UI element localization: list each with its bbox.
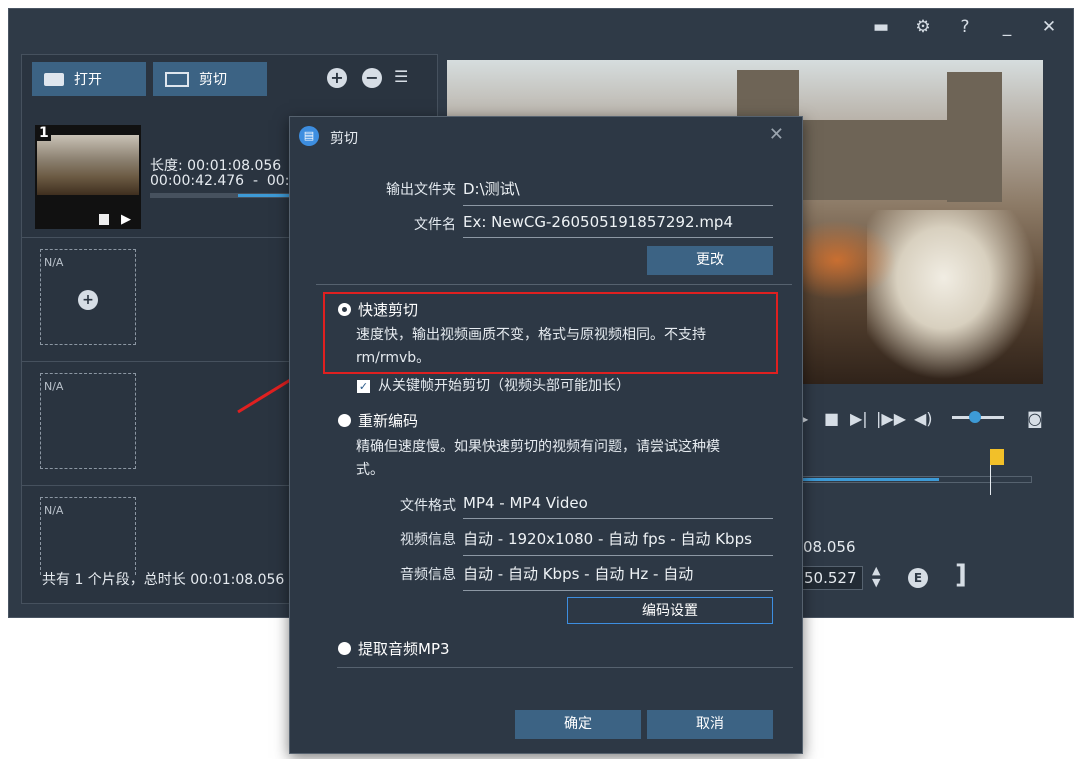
encode-settings-button[interactable]: 编码设置 <box>567 597 773 624</box>
bracket-icon[interactable]: ] <box>955 560 967 590</box>
film-icon <box>165 71 189 87</box>
slot-box: N/A <box>40 373 136 469</box>
thumbnail-image <box>37 135 139 195</box>
timeline[interactable] <box>800 476 1032 483</box>
stop-icon[interactable]: ■ <box>824 409 839 428</box>
total-time: 08.056 <box>803 538 856 556</box>
dialog-app-icon: ▤ <box>299 126 319 146</box>
reencode-desc-2: 式。 <box>356 462 384 478</box>
ok-button[interactable]: 确定 <box>515 710 641 739</box>
status-bar-text: 共有 1 个片段，总时长 00:01:08.056 <box>42 572 285 588</box>
clip-thumbnail[interactable]: 1 ▶ <box>35 125 141 229</box>
filename-field[interactable]: Ex: NewCG-260505191857292.mp4 <box>463 213 773 238</box>
playhead-line <box>990 465 991 495</box>
end-time-field[interactable]: 50.527 <box>800 566 863 590</box>
video-info-field[interactable]: 自动 - 1920x1080 - 自动 fps - 自动 Kbps <box>463 528 773 556</box>
timeline-fill <box>801 478 939 481</box>
slot-na-label: N/A <box>44 380 64 393</box>
castle-wall <box>787 120 967 200</box>
open-button[interactable]: 打开 <box>32 62 146 96</box>
dialog-title: 剪切 <box>330 131 358 147</box>
slot-box: N/A <box>40 497 136 575</box>
snapshot-icon[interactable]: ◙ <box>1027 409 1043 428</box>
add-icon[interactable]: + <box>327 68 347 88</box>
keyframe-checkbox-label[interactable]: 从关键帧开始剪切（视频头部可能加长） <box>378 374 630 398</box>
fast-cut-title[interactable]: 快速剪切 <box>358 299 418 320</box>
end-marker-icon[interactable]: E <box>908 568 928 588</box>
keyframe-checkbox[interactable]: ✓ <box>357 380 370 393</box>
divider <box>316 284 792 285</box>
open-button-label: 打开 <box>74 72 102 88</box>
format-field[interactable]: MP4 - MP4 Video <box>463 494 773 519</box>
folder-icon <box>44 72 64 86</box>
castle-tower <box>947 72 1002 202</box>
extract-mp3-radio[interactable] <box>338 642 351 655</box>
fast-forward-icon[interactable]: |▶▶ <box>876 409 906 428</box>
extract-mp3-title[interactable]: 提取音频MP3 <box>358 638 450 659</box>
audio-info-label: 音频信息 <box>400 567 456 583</box>
folder-icon[interactable]: ▬ <box>871 17 891 37</box>
reencode-desc-1: 精确但速度慢。如果快速剪切的视频有问题，请尝试这种模 <box>356 439 720 455</box>
add-clip-icon[interactable]: + <box>78 290 98 310</box>
slot-na-label: N/A <box>44 256 64 269</box>
slot-na-label: N/A <box>44 504 64 517</box>
output-folder-field[interactable]: D:\测试\ <box>463 178 773 206</box>
next-frame-icon[interactable]: ▶| <box>850 409 868 428</box>
remove-icon[interactable]: − <box>362 68 382 88</box>
playhead-marker[interactable] <box>990 449 1004 465</box>
filename-label: 文件名 <box>414 217 456 233</box>
cut-button-label: 剪切 <box>199 72 227 88</box>
cut-button[interactable]: 剪切 <box>153 62 267 96</box>
clip-index: 1 <box>37 125 51 141</box>
clear-list-icon[interactable]: ☰ <box>394 67 408 86</box>
slot-box[interactable]: N/A + <box>40 249 136 345</box>
fast-cut-desc-1: 速度快，输出视频画质不变，格式与原视频相同。不支持 <box>356 327 706 343</box>
time-stepper-icon[interactable]: ▲ ▼ <box>872 565 880 589</box>
end-time-value: 50.527 <box>804 569 857 587</box>
clip-progress <box>150 193 290 198</box>
output-folder-label: 输出文件夹 <box>386 182 456 198</box>
clip-length: 长度: 00:01:08.056 <box>150 158 282 174</box>
close-icon[interactable]: ✕ <box>1039 17 1059 37</box>
fast-cut-radio[interactable] <box>338 303 351 316</box>
change-button[interactable]: 更改 <box>647 246 773 275</box>
clip-progress-fill <box>238 194 290 197</box>
reencode-title[interactable]: 重新编码 <box>358 410 418 431</box>
fast-cut-desc-2: rm/rmvb。 <box>356 350 431 366</box>
audio-info-field[interactable]: 自动 - 自动 Kbps - 自动 Hz - 自动 <box>463 563 773 591</box>
divider <box>337 667 793 668</box>
help-icon[interactable]: ? <box>955 17 975 37</box>
format-label: 文件格式 <box>400 498 456 514</box>
titlebar-controls: ▬ ⚙ ? _ ✕ <box>871 17 1059 37</box>
reencode-radio[interactable] <box>338 414 351 427</box>
volume-icon[interactable]: ◀) <box>914 409 933 428</box>
clip-range: 00:00:42.476 - 00: <box>150 173 290 189</box>
video-info-label: 视频信息 <box>400 532 456 548</box>
volume-slider[interactable] <box>952 411 1004 423</box>
delete-icon[interactable] <box>99 214 109 225</box>
close-icon[interactable]: ✕ <box>769 124 784 145</box>
minimize-icon[interactable]: _ <box>997 17 1017 37</box>
cancel-button[interactable]: 取消 <box>647 710 773 739</box>
play-icon[interactable]: ▶ <box>121 212 131 227</box>
gear-icon[interactable]: ⚙ <box>913 17 933 37</box>
cut-dialog: ▤ 剪切 ✕ 输出文件夹 D:\测试\ 文件名 Ex: NewCG-260505… <box>289 116 803 754</box>
